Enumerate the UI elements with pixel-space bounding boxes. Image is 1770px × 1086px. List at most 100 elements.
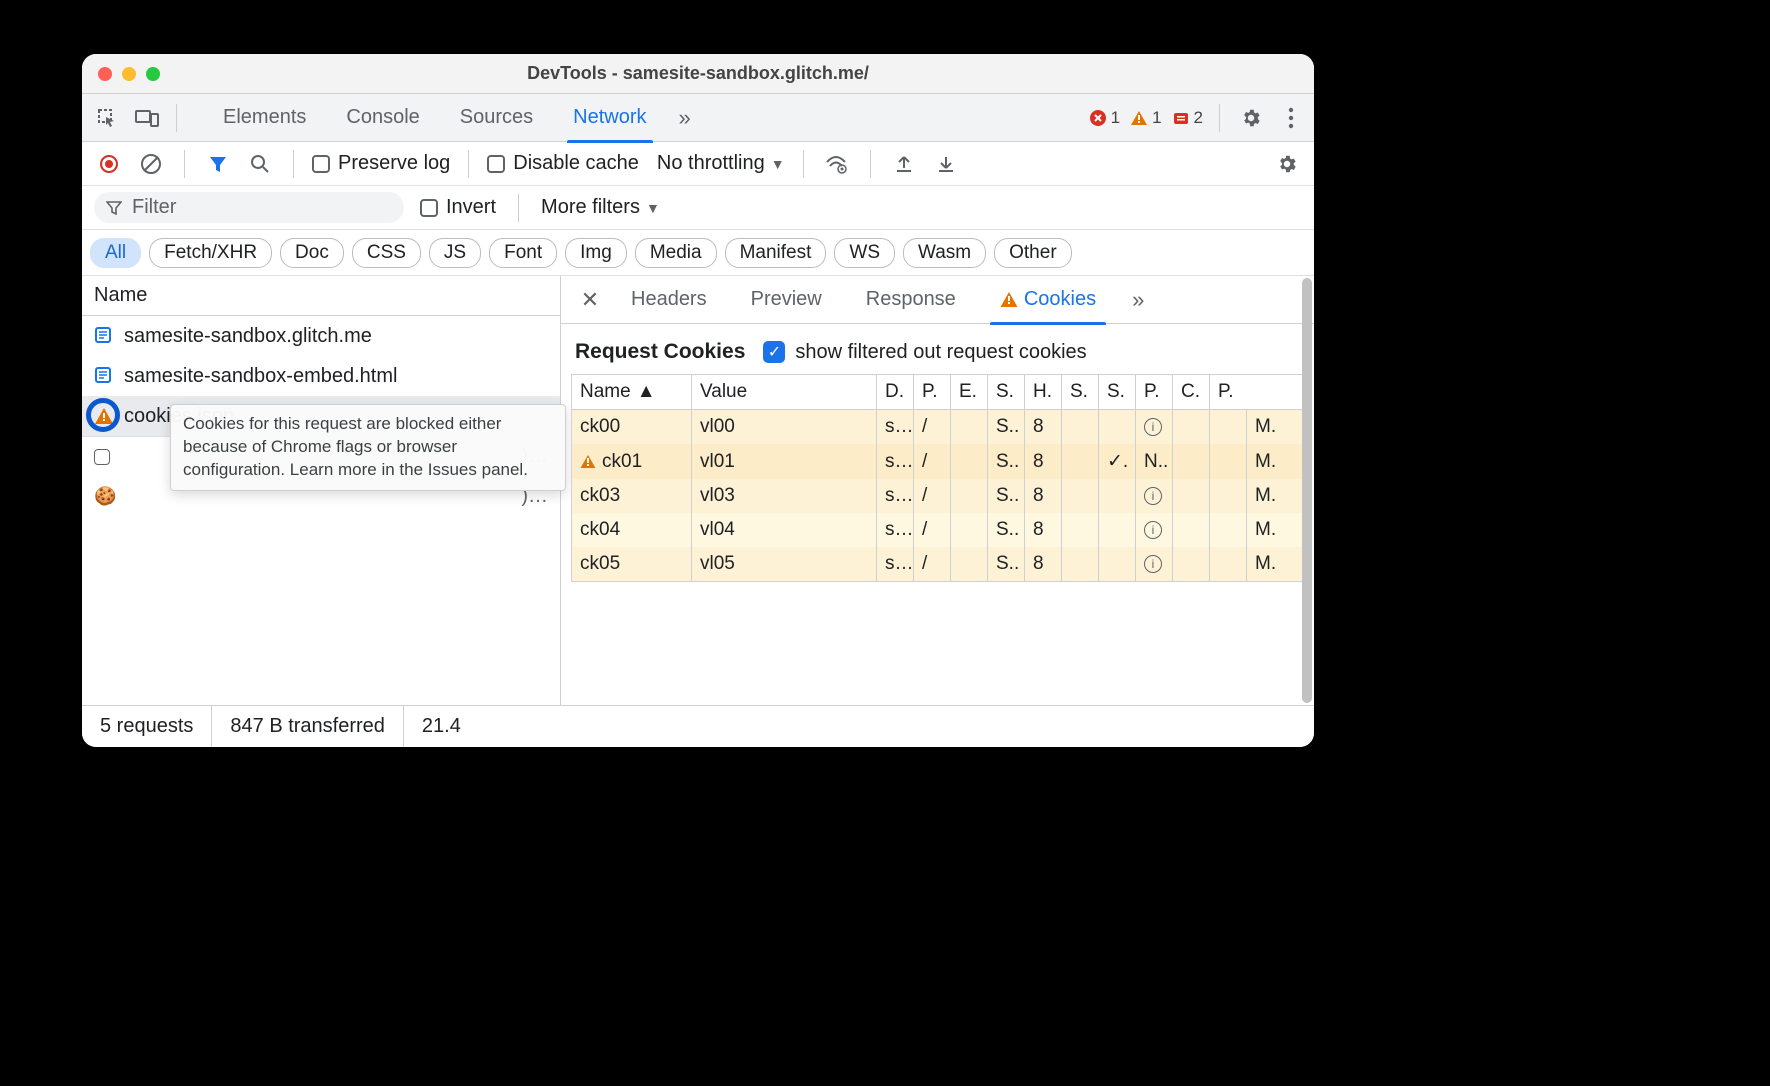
checkbox-label: Preserve log (338, 152, 450, 175)
filter-toggle-icon[interactable] (203, 149, 233, 179)
device-toolbar-icon[interactable] (130, 101, 164, 135)
chip-other[interactable]: Other (994, 238, 1072, 268)
col-partition[interactable]: P. (1136, 375, 1173, 409)
header-label: S. (996, 381, 1014, 403)
more-tabs-icon[interactable]: » (1132, 287, 1144, 313)
cell (1062, 513, 1099, 547)
col-size[interactable]: S. (988, 375, 1025, 409)
col-crosssite[interactable]: C. (1173, 375, 1210, 409)
tab-sources[interactable]: Sources (440, 94, 553, 142)
close-details-icon[interactable]: ✕ (571, 287, 609, 313)
clear-button[interactable] (136, 149, 166, 179)
cell-value: vl00 (692, 410, 877, 444)
table-body: ck00vl00s…/S..8iM.ck01vl01s…/S..8✓.N..M.… (572, 410, 1303, 581)
chip-img[interactable]: Img (565, 238, 627, 268)
inspect-icon[interactable] (90, 101, 124, 135)
chip-manifest[interactable]: Manifest (725, 238, 827, 268)
filter-input[interactable]: Filter (94, 192, 404, 223)
detail-tab-preview[interactable]: Preview (729, 276, 844, 324)
col-domain[interactable]: D. (877, 375, 914, 409)
detail-tab-response[interactable]: Response (844, 276, 978, 324)
minimize-icon[interactable] (122, 67, 136, 81)
preserve-log-checkbox[interactable]: Preserve log (312, 152, 450, 175)
cell: / (914, 444, 951, 479)
cell: s… (877, 410, 914, 444)
error-count[interactable]: 1 (1089, 108, 1120, 128)
chip-ws[interactable]: WS (834, 238, 895, 268)
col-httponly[interactable]: H. (1025, 375, 1062, 409)
cell: M. (1247, 410, 1280, 444)
col-expires[interactable]: E. (951, 375, 988, 409)
upload-har-icon[interactable] (889, 149, 919, 179)
download-har-icon[interactable] (931, 149, 961, 179)
network-settings-icon[interactable] (1272, 149, 1302, 179)
column-header-name[interactable]: Name (82, 276, 560, 316)
cell (951, 410, 988, 444)
issue-count[interactable]: 2 (1172, 108, 1203, 128)
select-value: No throttling (657, 152, 765, 175)
separator (176, 104, 177, 132)
col-value[interactable]: Value (692, 375, 877, 409)
col-name[interactable]: Name▲ (572, 375, 692, 409)
chip-media[interactable]: Media (635, 238, 717, 268)
col-path[interactable]: P. (914, 375, 951, 409)
table-header: Name▲ Value D. P. E. S. H. S. S. P. C. P… (572, 375, 1303, 410)
cell: s… (877, 547, 914, 581)
status-text: 847 B transferred (230, 715, 385, 738)
error-icon (1089, 109, 1107, 127)
chip-label: JS (444, 242, 466, 263)
panel-tabstrip: Elements Console Sources Network » 1 1 2 (82, 94, 1314, 142)
cell: S.. (988, 410, 1025, 444)
tab-console[interactable]: Console (326, 94, 439, 142)
cell (951, 547, 988, 581)
table-row[interactable]: ck03vl03s…/S..8iM. (572, 479, 1303, 513)
checkbox-icon (94, 449, 110, 465)
table-row[interactable]: ck01vl01s…/S..8✓.N..M. (572, 444, 1303, 479)
cookie-name: ck04 (580, 519, 620, 541)
chip-font[interactable]: Font (489, 238, 557, 268)
cell: S.. (988, 479, 1025, 513)
chip-wasm[interactable]: Wasm (903, 238, 986, 268)
bytes-transferred: 847 B transferred (212, 706, 404, 747)
tab-network[interactable]: Network (553, 94, 666, 142)
chip-js[interactable]: JS (429, 238, 481, 268)
col-samesite[interactable]: S. (1099, 375, 1136, 409)
status-footer: 5 requests 847 B transferred 21.4 (82, 705, 1314, 747)
table-row[interactable]: ck04vl04s…/S..8iM. (572, 513, 1303, 547)
close-icon[interactable] (98, 67, 112, 81)
more-filters-dropdown[interactable]: More filters▼ (541, 196, 660, 219)
checkbox-label: Invert (446, 196, 496, 219)
chip-label: All (105, 242, 126, 263)
search-button[interactable] (245, 149, 275, 179)
chip-css[interactable]: CSS (352, 238, 421, 268)
disable-cache-checkbox[interactable]: Disable cache (487, 152, 639, 175)
tab-elements[interactable]: Elements (203, 94, 326, 142)
request-row[interactable]: samesite-sandbox.glitch.me (82, 316, 560, 356)
table-row[interactable]: ck05vl05s…/S..8iM. (572, 547, 1303, 581)
scrollbar[interactable] (1302, 278, 1312, 703)
more-tabs-icon[interactable]: » (679, 105, 691, 131)
chip-doc[interactable]: Doc (280, 238, 344, 268)
throttling-select[interactable]: No throttling▼ (657, 152, 785, 175)
detail-tab-headers[interactable]: Headers (609, 276, 729, 324)
show-filtered-checkbox[interactable]: ✓ show filtered out request cookies (763, 341, 1086, 364)
checkbox-icon (420, 199, 438, 217)
record-button[interactable] (94, 149, 124, 179)
table-row[interactable]: ck00vl00s…/S..8iM. (572, 410, 1303, 444)
chip-fetch-xhr[interactable]: Fetch/XHR (149, 238, 272, 268)
warning-count[interactable]: 1 (1130, 108, 1161, 128)
request-row[interactable]: samesite-sandbox-embed.html (82, 356, 560, 396)
kebab-menu-icon[interactable] (1276, 103, 1306, 133)
col-secure[interactable]: S. (1062, 375, 1099, 409)
zoom-icon[interactable] (146, 67, 160, 81)
chip-all[interactable]: All (90, 238, 141, 268)
cookie-name: ck00 (580, 416, 620, 438)
cell (1099, 410, 1136, 444)
detail-tab-cookies[interactable]: Cookies (978, 276, 1118, 324)
settings-icon[interactable] (1236, 103, 1266, 133)
col-priority[interactable]: P. (1210, 375, 1243, 409)
tab-label: Console (346, 106, 419, 129)
network-conditions-icon[interactable] (822, 149, 852, 179)
invert-checkbox[interactable]: Invert (420, 196, 496, 219)
section-title: Request Cookies (575, 340, 745, 364)
